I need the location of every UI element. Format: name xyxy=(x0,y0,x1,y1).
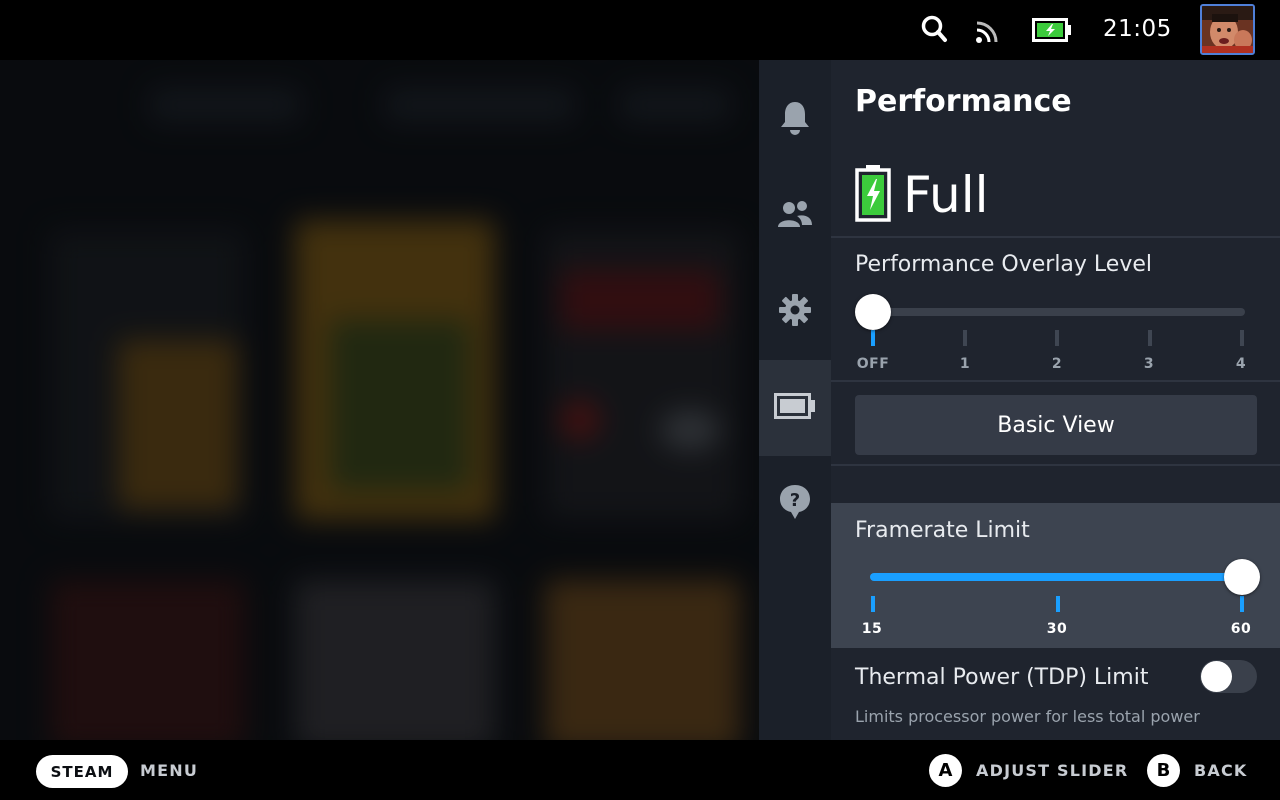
framerate-limit-label: Framerate Limit xyxy=(855,518,1030,543)
slider-tick xyxy=(1240,596,1244,612)
friends-icon xyxy=(778,199,812,233)
tab-friends[interactable] xyxy=(759,168,831,264)
help-icon: ? xyxy=(779,484,811,524)
battery-icon xyxy=(774,393,816,423)
performance-panel: Performance Full Performance Overlay Lev… xyxy=(831,60,1280,740)
svg-text:?: ? xyxy=(790,490,800,511)
tdp-limit-description: Limits processor power for less total po… xyxy=(855,707,1200,726)
tdp-limit-toggle[interactable] xyxy=(1200,660,1257,693)
slider-tick xyxy=(871,330,875,346)
tick-label: 1 xyxy=(959,356,971,372)
slider-tick xyxy=(1055,330,1059,346)
battery-full-icon xyxy=(855,164,891,226)
back-hint: BACK xyxy=(1194,761,1248,780)
tick-label: 30 xyxy=(1046,621,1068,637)
library-background xyxy=(0,60,760,740)
gear-icon xyxy=(779,294,811,330)
controller-hints-bar: STEAM MENU A ADJUST SLIDER B BACK xyxy=(0,740,1280,800)
menu-hint: MENU xyxy=(140,761,199,780)
tab-performance[interactable] xyxy=(759,360,831,456)
a-button-icon[interactable]: A xyxy=(929,754,962,787)
profile-label: Full xyxy=(903,166,989,224)
slider-tick xyxy=(871,596,875,612)
battery-profile: Full xyxy=(855,164,989,226)
b-button-icon[interactable]: B xyxy=(1147,754,1180,787)
wifi-icon xyxy=(975,18,1001,48)
slider-track[interactable] xyxy=(873,308,1245,316)
tab-notifications[interactable] xyxy=(759,72,831,168)
tab-help[interactable]: ? xyxy=(759,456,831,552)
tick-label: OFF xyxy=(856,356,890,372)
overlay-level-label: Performance Overlay Level xyxy=(855,252,1152,277)
tdp-limit-label: Thermal Power (TDP) Limit xyxy=(855,665,1149,690)
slider-tick xyxy=(1148,330,1152,346)
slider-knob[interactable] xyxy=(1224,559,1260,595)
divider xyxy=(831,464,1280,466)
status-bar: 21:05 xyxy=(0,0,1280,60)
tick-label: 15 xyxy=(861,621,883,637)
slider-tick xyxy=(1240,330,1244,346)
tab-settings[interactable] xyxy=(759,264,831,360)
slider-tick xyxy=(1056,596,1060,612)
tick-label: 2 xyxy=(1051,356,1063,372)
quick-access-tabs: ? xyxy=(759,60,831,740)
tick-label: 4 xyxy=(1235,356,1247,372)
clock: 21:05 xyxy=(1103,16,1172,42)
search-icon[interactable] xyxy=(921,14,949,48)
tick-label: 3 xyxy=(1143,356,1155,372)
slider-fill xyxy=(870,573,1242,581)
divider xyxy=(831,236,1280,238)
adjust-slider-hint: ADJUST SLIDER xyxy=(976,761,1129,780)
battery-charging-icon xyxy=(1032,17,1072,47)
bell-icon xyxy=(779,100,811,140)
slider-tick xyxy=(963,330,967,346)
steam-button[interactable]: STEAM xyxy=(36,755,128,788)
basic-view-button[interactable]: Basic View xyxy=(855,395,1257,455)
avatar[interactable] xyxy=(1200,4,1255,55)
tick-label: 60 xyxy=(1230,621,1252,637)
divider xyxy=(831,380,1280,382)
slider-knob[interactable] xyxy=(855,294,891,330)
toggle-knob xyxy=(1201,661,1232,692)
page-title: Performance xyxy=(855,84,1072,119)
